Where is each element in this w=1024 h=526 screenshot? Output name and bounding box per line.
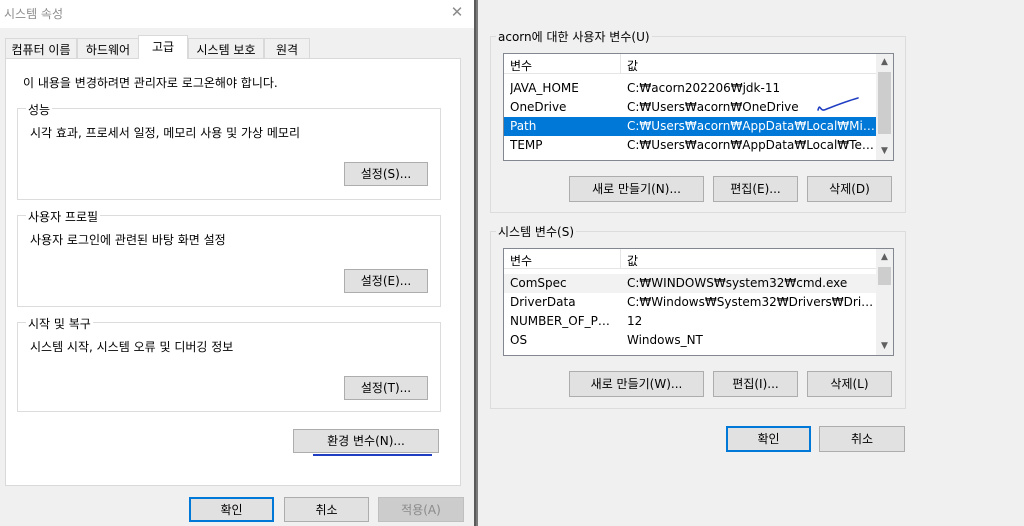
user-var-row-path[interactable]: Path C:₩Users₩acorn₩AppData₩Local₩Micros…	[504, 117, 877, 136]
system-var-row-os[interactable]: OS Windows_NT	[504, 331, 877, 350]
system-variables-list[interactable]: 변수 값 ComSpec C:₩WINDOWS₩system32₩cmd.exe…	[503, 248, 894, 356]
env-ok-button[interactable]: 확인	[726, 426, 811, 452]
user-profiles-group	[17, 215, 441, 307]
scroll-down-icon[interactable]: ▼	[876, 338, 893, 355]
user-delete-button[interactable]: 삭제(D)	[807, 176, 892, 202]
performance-group	[17, 108, 441, 200]
list-header: 변수 값	[504, 54, 877, 74]
var-name: NUMBER_OF_PROCESSORS	[510, 314, 618, 328]
var-name: ComSpec	[510, 276, 567, 290]
var-name: OS	[510, 333, 528, 347]
var-value: C:₩Windows₩System32₩Drivers₩DriverData	[627, 295, 875, 309]
scroll-up-icon[interactable]: ▲	[876, 249, 893, 266]
tab-label: 컴퓨터 이름	[11, 43, 71, 57]
user-new-button[interactable]: 새로 만들기(N)...	[569, 176, 704, 202]
scroll-up-icon[interactable]: ▲	[876, 54, 893, 71]
title-bar[interactable]: 시스템 속성 ✕	[0, 0, 474, 28]
user-var-row-temp[interactable]: TEMP C:₩Users₩acorn₩AppData₩Local₩Temp	[504, 136, 877, 155]
system-edit-button[interactable]: 편집(I)...	[713, 371, 798, 397]
system-new-button[interactable]: 새로 만들기(W)...	[569, 371, 704, 397]
system-delete-button[interactable]: 삭제(L)	[807, 371, 892, 397]
environment-variables-window: acorn에 대한 사용자 변수(U) 변수 값 JAVA_HOME C:₩ac…	[478, 0, 1024, 526]
column-header-value[interactable]: 값	[622, 54, 638, 74]
var-value: C:₩WINDOWS₩system32₩cmd.exe	[627, 276, 848, 290]
user-profiles-description: 사용자 로그인에 관련된 바탕 화면 설정	[30, 233, 226, 247]
tab-label: 고급	[151, 40, 175, 54]
var-name: OneDrive	[510, 100, 567, 114]
pen-underline-annotation	[313, 454, 432, 456]
var-name: DriverData	[510, 295, 576, 309]
var-value: 12	[627, 314, 643, 328]
var-name: Path	[510, 119, 537, 133]
system-var-row-comspec[interactable]: ComSpec C:₩WINDOWS₩system32₩cmd.exe	[504, 274, 877, 293]
var-name: TEMP	[510, 138, 543, 152]
column-header-variable[interactable]: 변수	[504, 249, 621, 269]
cancel-button[interactable]: 취소	[284, 497, 369, 522]
close-icon[interactable]: ✕	[448, 3, 466, 21]
performance-settings-button[interactable]: 설정(S)...	[344, 162, 428, 186]
tab-advanced[interactable]: 고급	[138, 35, 188, 59]
system-var-row-driverdata[interactable]: DriverData C:₩Windows₩System32₩Drivers₩D…	[504, 293, 877, 312]
system-list-scrollbar[interactable]: ▲ ▼	[876, 249, 893, 355]
var-value: Windows_NT	[627, 333, 703, 347]
user-list-scrollbar[interactable]: ▲ ▼	[876, 54, 893, 160]
ok-button[interactable]: 확인	[189, 497, 274, 522]
system-variables-label: 시스템 변수(S)	[496, 223, 576, 240]
performance-description: 시각 효과, 프로세서 일정, 메모리 사용 및 가상 메모리	[30, 126, 300, 140]
tab-hardware[interactable]: 하드웨어	[77, 38, 139, 58]
startup-recovery-settings-button[interactable]: 설정(T)...	[344, 376, 428, 400]
tab-label: 원격	[275, 43, 299, 57]
tab-label: 시스템 보호	[196, 43, 256, 57]
env-cancel-button[interactable]: 취소	[819, 426, 905, 452]
var-value: C:₩Users₩acorn₩AppData₩Local₩Microsoft₩W…	[627, 119, 875, 133]
user-profiles-settings-button[interactable]: 설정(E)...	[344, 269, 428, 293]
scroll-thumb[interactable]	[878, 267, 891, 285]
apply-button[interactable]: 적용(A)	[378, 497, 464, 522]
startup-recovery-description: 시스템 시작, 시스템 오류 및 디버깅 정보	[30, 340, 234, 354]
scroll-down-icon[interactable]: ▼	[876, 143, 893, 160]
tab-computer-name[interactable]: 컴퓨터 이름	[5, 38, 77, 58]
user-edit-button[interactable]: 편집(E)...	[713, 176, 798, 202]
window-title: 시스템 속성	[4, 7, 64, 21]
scroll-thumb[interactable]	[878, 72, 891, 134]
admin-notice: 이 내용을 변경하려면 관리자로 로그온해야 합니다.	[23, 76, 278, 90]
system-var-row-number-of-processors[interactable]: NUMBER_OF_PROCESSORS 12	[504, 312, 877, 331]
environment-variables-button[interactable]: 환경 변수(N)...	[293, 429, 439, 453]
var-value: C:₩acorn202206₩jdk-11	[627, 81, 781, 95]
list-header: 변수 값	[504, 249, 877, 269]
column-header-value[interactable]: 값	[622, 249, 638, 269]
pen-check-annotation	[817, 97, 859, 111]
var-name: JAVA_HOME	[510, 81, 579, 95]
startup-recovery-label: 시작 및 복구	[26, 315, 93, 332]
tab-label: 하드웨어	[85, 43, 131, 57]
user-profiles-label: 사용자 프로필	[26, 208, 101, 225]
user-variables-label: acorn에 대한 사용자 변수(U)	[496, 28, 652, 45]
tab-remote[interactable]: 원격	[264, 38, 310, 58]
column-header-variable[interactable]: 변수	[504, 54, 621, 74]
system-properties-window: 시스템 속성 ✕ 컴퓨터 이름 하드웨어 고급 시스템 보호 원격 이 내용을 …	[0, 0, 474, 526]
tab-system-protection[interactable]: 시스템 보호	[188, 38, 264, 58]
var-value: C:₩Users₩acorn₩AppData₩Local₩Temp	[627, 138, 875, 152]
performance-label: 성능	[26, 101, 53, 118]
